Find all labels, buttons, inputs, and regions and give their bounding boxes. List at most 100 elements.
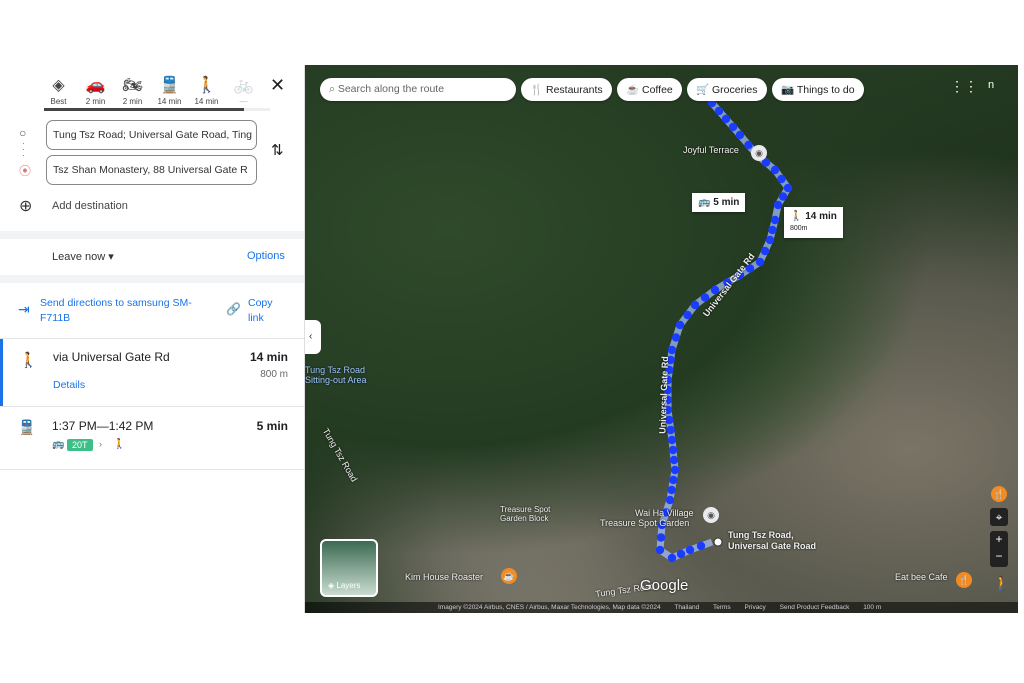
region-link[interactable]: Thailand [674,604,699,611]
route-dot [768,225,777,235]
copy-link-button[interactable]: Copy link [248,296,278,326]
chip-restaurants[interactable]: 🍴 Restaurants [521,78,612,101]
chip-groceries[interactable]: 🛒 Groceries [687,78,767,101]
layers-icon: ◈ [328,581,335,590]
swap-icon[interactable]: ⇅ [271,141,284,159]
mode-driving[interactable]: 🚗 2 min [77,75,114,106]
layers-button[interactable]: ◈ Layers [320,539,378,597]
route-duration: 14 min [249,350,288,364]
bubble-duration: 5 min [713,197,740,208]
google-logo: Google [640,577,689,594]
route-title: via Universal Gate Rd [53,350,170,364]
send-to-device-icon: ⇥ [18,301,30,317]
place-pin-icon[interactable]: ◉ [751,145,767,161]
route-dot [666,425,675,435]
dots-icon: · · · [22,139,25,160]
chip-label: Coffee [642,84,673,96]
close-icon[interactable]: ✕ [270,75,285,96]
route-dot [669,475,678,485]
options-button[interactable]: Options [247,250,285,262]
mode-scrollbar[interactable] [44,108,270,111]
transit-icon: 🚆 [18,419,36,435]
route-dot [783,183,793,193]
terms-link[interactable]: Terms [713,604,731,611]
route-dot [721,114,731,124]
zoom-in-button[interactable]: + [990,531,1008,548]
route-option-walk[interactable]: 🚶 via Universal Gate Rd Details 14 min 8… [0,339,304,406]
route-dot [777,174,786,184]
chip-things-to-do[interactable]: 📷 Things to do [772,78,864,101]
map-label-treasure-spot-garden[interactable]: Treasure Spot Garden [600,518,689,528]
map-label-treasure-block[interactable]: Treasure Spot Garden Block [500,505,570,523]
coffee-icon: ☕ [626,84,640,96]
route-option-transit[interactable]: 🚆 1:37 PM—1:42 PM 5 min 🚌 20T › 🚶 [0,407,304,469]
map-label-kim-house[interactable]: Kim House Roaster [405,572,483,582]
feedback-link[interactable]: Send Product Feedback [780,604,850,611]
cafe-pin-icon[interactable]: ☕ [501,568,517,584]
route-dot [728,122,738,132]
add-destination[interactable]: Add destination [52,200,128,212]
map-footer: Imagery ©2024 Airbus, CNES / Airbus, Max… [305,602,1018,613]
restaurant-pin-icon[interactable]: 🍴 [991,486,1007,502]
chip-label: Groceries [712,84,758,96]
fork-knife-icon: 🍴 [530,84,544,96]
bus-icon: 🚌 [52,439,65,450]
route-dot [760,246,770,256]
restaurant-pin-icon[interactable]: 🍴 [956,572,972,588]
mode-label: — [239,97,248,106]
place-pin-icon[interactable]: ◉ [703,507,719,523]
leave-now-dropdown[interactable]: Leave now ▾ [52,250,114,263]
travel-modes: ◈ Best 🚗 2 min 🏍 2 min 🚆 14 min 🚶 14 min 🚲 — [40,75,262,106]
imagery-attribution: Imagery ©2024 Airbus, CNES / Airbus, Max… [438,604,661,611]
mode-cycling[interactable]: 🚲 — [225,75,262,106]
chip-coffee[interactable]: ☕ Coffee [617,78,682,101]
send-directions-link[interactable]: Send directions to samsung SM-F711B [40,296,210,326]
zoom-out-button[interactable]: − [990,548,1008,565]
mode-motorcycle[interactable]: 🏍 2 min [114,75,151,106]
route-dot [696,541,706,551]
leave-now-label: Leave now [52,251,106,263]
route-dot [755,257,765,267]
privacy-link[interactable]: Privacy [745,604,766,611]
bicycle-icon: 🚲 [233,77,254,94]
route-dot [676,549,686,559]
map-label-sitting-out-area[interactable]: Tung Tsz Road Sitting-out Area [305,365,380,385]
map-label-wai-ha-village[interactable]: Wai Ha Village [635,508,694,518]
map-label-joyful-terrace[interactable]: Joyful Terrace [683,145,739,155]
origin-marker[interactable] [713,537,723,547]
route-distance: 800 m [260,369,288,380]
bubble-duration: 14 min [805,211,837,222]
divider [0,275,304,283]
route-dot [671,333,681,342]
route-dot [667,485,676,495]
my-location-button[interactable]: ⌖ [990,508,1008,526]
search-placeholder: Search along the route [337,83,445,95]
mode-transit[interactable]: 🚆 14 min [151,75,188,106]
apps-grid-icon[interactable]: ⋮⋮ [950,78,978,95]
map-label-destination[interactable]: Tung Tsz Road, Universal Gate Road [728,530,828,552]
search-icon: ⌕ [329,83,335,95]
mode-walking[interactable]: 🚶 14 min [188,75,225,106]
scale-bar: 100 m [863,604,882,611]
pegman-icon[interactable]: 🚶 [993,575,1010,592]
car-icon: 🚗 [85,77,106,94]
collapse-panel-button[interactable]: ‹ [305,320,321,354]
account-avatar[interactable]: n [988,79,994,91]
mode-label: 2 min [122,97,143,106]
walk-time-bubble[interactable]: 🚶 14 min 800m [784,207,843,238]
add-icon[interactable]: ⊕ [19,196,32,216]
map-label-eat-bee-cafe[interactable]: Eat bee Cafe [895,572,948,582]
map-satellite[interactable]: ⌕ Search along the route 🍴 Restaurants ☕… [305,65,1018,613]
walk-icon: 🚶 [790,211,803,222]
directions-panel: ◈ Best 🚗 2 min 🏍 2 min 🚆 14 min 🚶 14 min 🚲 — ✕… [0,65,305,613]
mode-best[interactable]: ◈ Best [40,75,77,106]
route-dot [667,345,677,355]
origin-input[interactable]: Tung Tsz Road; Universal Gate Road, Ting [46,120,257,150]
details-link[interactable]: Details [53,379,85,391]
destination-input[interactable]: Tsz Shan Monastery, 88 Universal Gate R [46,155,257,185]
route-dot [778,192,788,201]
walk-icon: 🚶 [196,77,217,94]
mode-label: Best [50,97,67,106]
transit-time-bubble[interactable]: 🚌 5 min [692,193,746,212]
search-along-route-input[interactable]: ⌕ Search along the route [320,78,516,101]
